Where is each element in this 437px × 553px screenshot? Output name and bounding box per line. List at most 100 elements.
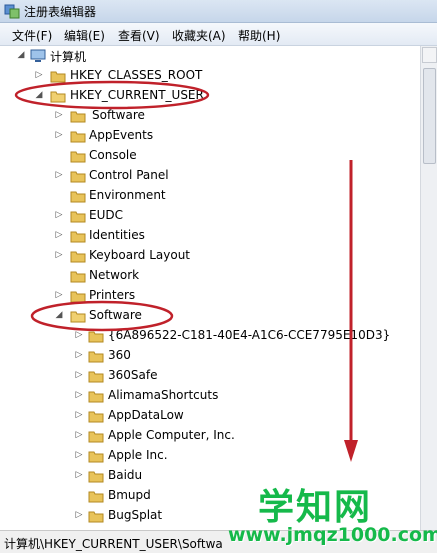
tree-item-label: Baidu [108,468,143,482]
folder-icon [88,371,104,383]
menu-view[interactable]: 查看(V) [118,27,160,44]
tree-item[interactable]: ▷ 360Safe [0,366,420,386]
tree-item[interactable]: ▷ AlimamaShortcuts [0,386,420,406]
tree-item[interactable]: ▷ Apple Computer, Inc. [0,426,420,446]
regedit-icon [4,4,20,19]
vertical-scrollbar[interactable] [420,46,437,530]
folder-icon [70,251,86,263]
tree-item-label: BugSplat [108,508,163,522]
expand-icon[interactable]: ▷ [34,70,44,80]
tree-item-label: 360 [108,348,131,362]
menu-file[interactable]: 文件(F) [12,27,52,44]
folder-icon [70,211,86,223]
menu-favorites[interactable]: 收藏夹(A) [172,27,226,44]
expand-icon[interactable]: ▷ [54,210,64,220]
tree-item[interactable]: ▷ Apple Inc. [0,446,420,466]
folder-icon [88,451,104,463]
scroll-thumb[interactable] [423,68,436,164]
folder-icon [70,291,86,303]
folder-icon [50,71,66,83]
expand-icon[interactable]: ▷ [74,350,84,360]
folder-icon [88,411,104,423]
tree-item[interactable]: Network [0,266,420,286]
collapse-icon[interactable]: ◢ [54,310,64,320]
tree-item-hkcu[interactable]: ◢ HKEY_CURRENT_USER [0,86,420,106]
folder-icon [70,171,86,183]
status-path: 计算机\HKEY_CURRENT_USER\Softwa [4,537,223,551]
tree-root-label: 计算机 [50,50,87,64]
folder-icon [70,131,86,143]
tree-item-label: Apple Inc. [108,448,168,462]
tree-item-label: HKEY_CLASSES_ROOT [70,68,203,82]
tree-item-label: Software [92,108,145,122]
expand-icon[interactable]: ▷ [54,250,64,260]
tree-item-label: AppEvents [89,128,154,142]
tree-item[interactable]: ▷ AppEvents [0,126,420,146]
tree-item[interactable]: ▷ AppDataLow [0,406,420,426]
tree-item[interactable]: Console [0,146,420,166]
folder-icon [88,491,104,503]
folder-icon [88,351,104,363]
expand-icon[interactable]: ▷ [74,390,84,400]
tree-item-label: {6A896522-C181-40E4-A1C6-CCE7795E10D3} [108,328,391,342]
tree-item[interactable]: ▷ EUDC [0,206,420,226]
folder-icon [88,391,104,403]
expand-icon[interactable]: ▷ [54,230,64,240]
expand-icon[interactable]: ▷ [74,470,84,480]
title-bar: 注册表编辑器 [0,0,437,23]
folder-open-icon [50,91,66,103]
tree-item-label: Control Panel [89,168,169,182]
expand-icon[interactable]: ▷ [74,510,84,520]
tree-item-label: Network [89,268,140,282]
tree-item-label: AppDataLow [108,408,184,422]
menu-edit[interactable]: 编辑(E) [64,27,105,44]
tree-item-software-open[interactable]: ◢ Software [0,306,420,326]
tree-item-label: EUDC [89,208,123,222]
menu-help[interactable]: 帮助(H) [238,27,280,44]
tree-item-label: HKEY_CURRENT_USER [70,88,204,102]
tree-item-label: Identities [89,228,145,242]
folder-icon [70,231,86,243]
expand-icon[interactable]: ▷ [54,110,64,120]
tree-item[interactable]: ▷ {6A896522-C181-40E4-A1C6-CCE7795E10D3} [0,326,420,346]
tree-item-label: Printers [89,288,136,302]
tree-item[interactable]: ▷ Control Panel [0,166,420,186]
tree-item[interactable]: ▷ Keyboard Layout [0,246,420,266]
expand-icon[interactable]: ▷ [74,370,84,380]
folder-icon [70,191,86,203]
watermark-url: www.jmqz1000.com [228,524,437,546]
folder-icon [88,511,104,523]
folder-icon [70,271,86,283]
tree-item[interactable]: ▷ Software [0,106,420,126]
expand-icon[interactable]: ▷ [54,170,64,180]
tree-item-label: Console [89,148,137,162]
expand-icon[interactable]: ▷ [74,450,84,460]
watermark: 学知网 www.jmqz1000.com [228,476,437,552]
menu-bar: 文件(F) 编辑(E) 查看(V) 收藏夹(A) 帮助(H) [0,23,437,46]
tree-item-hkcr[interactable]: ▷ HKEY_CLASSES_ROOT [0,66,420,86]
folder-icon [88,331,104,343]
tree-item[interactable]: Environment [0,186,420,206]
expand-icon[interactable]: ▷ [74,410,84,420]
tree-item-label: AlimamaShortcuts [108,388,219,402]
folder-icon [70,151,86,163]
tree-item[interactable]: ▷ Printers [0,286,420,306]
collapse-icon[interactable]: ◢ [34,90,44,100]
tree-item-label: Bmupd [108,488,151,502]
folder-icon [88,471,104,483]
expand-icon[interactable]: ▷ [74,430,84,440]
folder-icon [88,431,104,443]
expand-icon[interactable]: ▷ [54,290,64,300]
folder-icon [70,111,86,123]
scroll-up-button[interactable] [422,47,437,63]
registry-tree[interactable]: ◢ 计算机 ▷ HKEY_CLASSES_ROOT ◢ HKEY_CURRENT… [0,46,420,530]
tree-item[interactable]: ▷ 360 [0,346,420,366]
tree-item-label: 360Safe [108,368,158,382]
tree-root[interactable]: ◢ 计算机 [0,46,420,66]
collapse-icon[interactable]: ◢ [16,50,26,60]
expand-icon[interactable]: ▷ [54,130,64,140]
tree-item[interactable]: ▷ Identities [0,226,420,246]
folder-open-icon [70,311,86,323]
expand-icon[interactable]: ▷ [74,330,84,340]
tree-item-label: Apple Computer, Inc. [108,428,235,442]
